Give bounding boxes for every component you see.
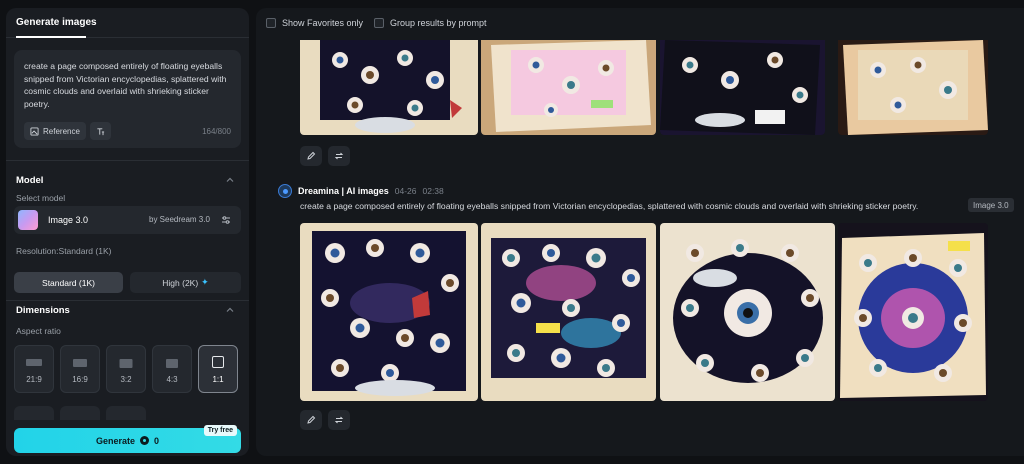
ratio-label: 21:9 — [26, 375, 42, 384]
text-style-button[interactable] — [89, 122, 111, 140]
group-results-label: Group results by prompt — [390, 18, 487, 28]
generated-image[interactable] — [481, 223, 656, 401]
dreamina-logo-icon — [278, 184, 292, 198]
image-eyeball-collage — [300, 40, 478, 135]
ratio-option-more[interactable] — [14, 406, 54, 420]
post-date: 04-26 — [394, 186, 417, 196]
ratio-label: 1:1 — [212, 375, 224, 384]
prompt-text[interactable]: create a page composed entirely of float… — [24, 60, 231, 110]
generate-button[interactable]: Generate 0 Try free — [14, 425, 241, 453]
image-eyeball-collage — [838, 223, 988, 401]
post-author: Dreamina | AI images — [298, 186, 389, 196]
ratio-option-21-9[interactable]: 21:9 — [14, 345, 54, 393]
ratio-label: 16:9 — [72, 375, 88, 384]
refresh-icon — [334, 416, 344, 424]
image-eyeball-collage — [300, 223, 478, 401]
resolution-standard-button[interactable]: Standard (1K) — [14, 272, 123, 293]
text-icon — [97, 127, 105, 135]
regenerate-button[interactable] — [328, 146, 350, 166]
edit-button[interactable] — [300, 410, 322, 430]
model-tag: Image 3.0 — [968, 198, 1014, 212]
generated-image[interactable] — [838, 40, 988, 135]
image-reference-icon — [30, 126, 39, 136]
reference-label: Reference — [43, 126, 80, 136]
ratio-option-1-1[interactable]: 1:1 — [198, 345, 238, 393]
tab-underline — [16, 36, 86, 38]
ratio-option-4-3[interactable]: 4:3 — [152, 345, 192, 393]
sliders-icon[interactable] — [221, 215, 231, 225]
post-prompt[interactable]: create a page composed entirely of float… — [300, 201, 960, 211]
sparkle-icon: ✦ — [201, 277, 209, 287]
generated-image[interactable] — [300, 223, 478, 401]
results-feed: Show Favorites only Group results by pro… — [256, 8, 1024, 456]
ratio-label: 4:3 — [166, 375, 178, 384]
resolution-label: Resolution:Standard (1K) — [16, 246, 112, 256]
model-select[interactable]: Image 3.0 by Seedream 3.0 — [14, 206, 241, 234]
post-time: 02:38 — [422, 186, 444, 196]
ratio-shape-icon — [166, 359, 178, 368]
aspect-ratio-label: Aspect ratio — [16, 326, 61, 336]
generate-label: Generate — [95, 435, 135, 446]
image-eyeball-collage — [660, 223, 835, 401]
dimensions-section-title: Dimensions — [16, 305, 70, 316]
refresh-icon — [334, 152, 344, 160]
generated-image[interactable] — [481, 40, 656, 135]
divider — [6, 300, 249, 301]
post-header: Dreamina | AI images 04-26 02:38 — [278, 184, 444, 198]
chevron-up-icon[interactable] — [225, 305, 235, 315]
checkbox-icon[interactable] — [374, 18, 384, 28]
ratio-option-more[interactable] — [106, 406, 146, 420]
select-model-label: Select model — [16, 193, 66, 203]
pencil-icon — [307, 415, 316, 424]
ratio-option-more[interactable] — [60, 406, 100, 420]
ratio-option-16-9[interactable]: 16:9 — [60, 345, 100, 393]
ratio-option-3-2[interactable]: 3:2 — [106, 345, 146, 393]
group-results-filter[interactable]: Group results by prompt — [374, 18, 487, 28]
resolution-standard-label: Standard (1K) — [42, 277, 95, 288]
tab-generate-images[interactable]: Generate images — [16, 17, 97, 28]
model-thumbnail — [18, 210, 38, 230]
prompt-actions: Reference — [24, 122, 111, 140]
image-eyeball-collage — [481, 40, 656, 135]
model-provider: by Seedream 3.0 — [149, 215, 210, 224]
divider — [6, 160, 249, 161]
panel-tabbar: Generate images — [6, 8, 249, 38]
ratio-shape-icon — [119, 359, 133, 368]
resolution-high-button[interactable]: High (2K) ✦ — [130, 272, 241, 293]
ratio-shape-icon — [212, 356, 224, 368]
generate-panel: Generate images create a page composed e… — [6, 8, 249, 456]
generated-image[interactable] — [660, 40, 825, 135]
generated-image[interactable] — [660, 223, 835, 401]
image-eyeball-collage — [481, 223, 656, 401]
model-section-title: Model — [16, 175, 44, 186]
generate-cost: 0 — [154, 435, 160, 446]
checkbox-icon[interactable] — [266, 18, 276, 28]
ratio-shape-icon — [73, 359, 87, 367]
generated-image[interactable] — [300, 40, 478, 135]
chevron-up-icon[interactable] — [225, 175, 235, 185]
ratio-label: 3:2 — [120, 375, 132, 384]
edit-button[interactable] — [300, 146, 322, 166]
show-favorites-filter[interactable]: Show Favorites only — [266, 18, 363, 28]
credits-icon — [140, 436, 149, 445]
regenerate-button[interactable] — [328, 410, 350, 430]
reference-button[interactable]: Reference — [24, 122, 86, 140]
model-name: Image 3.0 — [48, 215, 89, 225]
prompt-input[interactable]: create a page composed entirely of float… — [14, 50, 241, 148]
generated-image[interactable] — [838, 223, 988, 401]
pencil-icon — [307, 151, 316, 160]
resolution-high-label: High (2K) — [162, 277, 199, 288]
prompt-char-counter: 164/800 — [202, 127, 231, 136]
show-favorites-label: Show Favorites only — [282, 18, 364, 28]
ratio-shape-icon — [26, 359, 42, 366]
try-free-badge: Try free — [203, 425, 237, 436]
image-eyeball-collage — [838, 40, 988, 135]
image-eyeball-collage — [660, 40, 825, 135]
